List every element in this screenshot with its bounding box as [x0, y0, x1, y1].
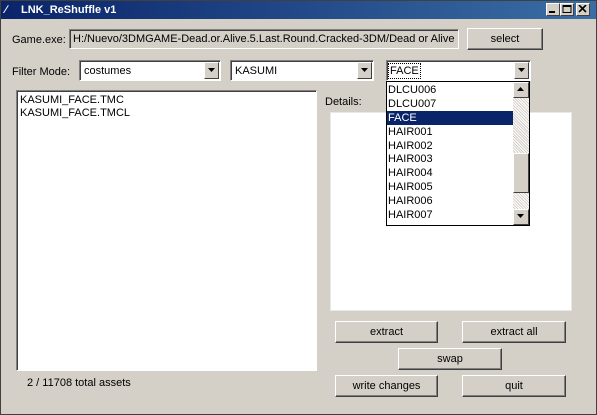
swap-button[interactable]: swap [398, 348, 502, 370]
scroll-up-button[interactable] [513, 82, 529, 98]
triangle-down-icon [361, 68, 368, 72]
dropdown-option[interactable]: HAIR002 [387, 139, 514, 153]
dropdown-option[interactable]: HAIR006 [387, 194, 514, 208]
maximize-button[interactable] [560, 3, 574, 16]
close-button[interactable] [576, 3, 590, 16]
filter-mode-dropdown-button[interactable] [204, 62, 219, 79]
extract-button[interactable]: extract [335, 321, 438, 343]
scroll-track[interactable] [513, 98, 529, 209]
part-value: FACE [388, 63, 421, 79]
dropdown-scrollbar[interactable] [513, 82, 529, 225]
select-button[interactable]: select [467, 28, 543, 50]
status-text: 2 / 11708 total assets [27, 377, 131, 389]
maximize-icon [562, 5, 572, 13]
triangle-down-icon [518, 68, 525, 72]
list-item[interactable]: KASUMI_FACE.TMCL [18, 107, 130, 120]
minimize-icon [549, 11, 555, 13]
write-changes-button[interactable]: write changes [335, 375, 438, 397]
minimize-button[interactable] [546, 3, 560, 16]
part-combo[interactable]: FACE [386, 60, 531, 81]
dropdown-option[interactable]: FACE [387, 110, 514, 125]
dropdown-option[interactable]: HAIR004 [387, 166, 514, 180]
game-exe-label: Game.exe: [12, 34, 66, 46]
character-value: KASUMI [235, 65, 278, 77]
list-item[interactable]: KASUMI_FACE.TMC [18, 94, 130, 107]
filter-mode-label: Filter Mode: [12, 66, 71, 78]
triangle-down-icon [517, 214, 524, 218]
quit-button[interactable]: quit [462, 375, 566, 397]
details-label: Details: [325, 96, 362, 108]
part-dropdown-list[interactable]: DLCU006 DLCU007 FACE HAIR001 HAIR002 HAIR003 H… [386, 81, 530, 226]
dropdown-option[interactable]: HAIR007 [387, 208, 514, 222]
triangle-up-icon [517, 87, 524, 91]
dropdown-option[interactable]: HAIR003 [387, 152, 514, 166]
dropdown-option[interactable]: HAIR001 [387, 125, 514, 139]
scroll-down-button[interactable] [513, 209, 529, 225]
scroll-thumb[interactable] [513, 153, 529, 193]
game-path-field[interactable]: H:/Nuevo/3DMGAME-Dead.or.Alive.5.Last.Ro… [69, 29, 459, 49]
character-combo[interactable]: KASUMI [230, 60, 374, 81]
dropdown-option[interactable]: DLCU007 [387, 97, 514, 111]
feather-icon: ∕ [5, 4, 7, 16]
extract-all-button[interactable]: extract all [462, 321, 566, 343]
dropdown-option[interactable]: HAIR005 [387, 180, 514, 194]
triangle-down-icon [208, 68, 215, 72]
character-dropdown-button[interactable] [357, 62, 372, 79]
title-bar[interactable]: ∕ LNK_ReShuffle v1 [1, 1, 596, 19]
filter-mode-combo[interactable]: costumes [79, 60, 221, 81]
close-icon [578, 5, 587, 13]
app-window: ∕ LNK_ReShuffle v1 Game.exe: H:/Nuevo/3D… [0, 0, 597, 415]
filter-mode-value: costumes [84, 65, 132, 77]
window-title: LNK_ReShuffle v1 [21, 4, 117, 16]
dropdown-option[interactable]: DLCU006 [387, 83, 514, 97]
dropdown-items: DLCU006 DLCU007 FACE HAIR001 HAIR002 HAIR003 H… [387, 83, 514, 222]
file-list[interactable]: KASUMI_FACE.TMC KASUMI_FACE.TMCL [16, 90, 317, 371]
part-dropdown-button[interactable] [514, 62, 529, 79]
